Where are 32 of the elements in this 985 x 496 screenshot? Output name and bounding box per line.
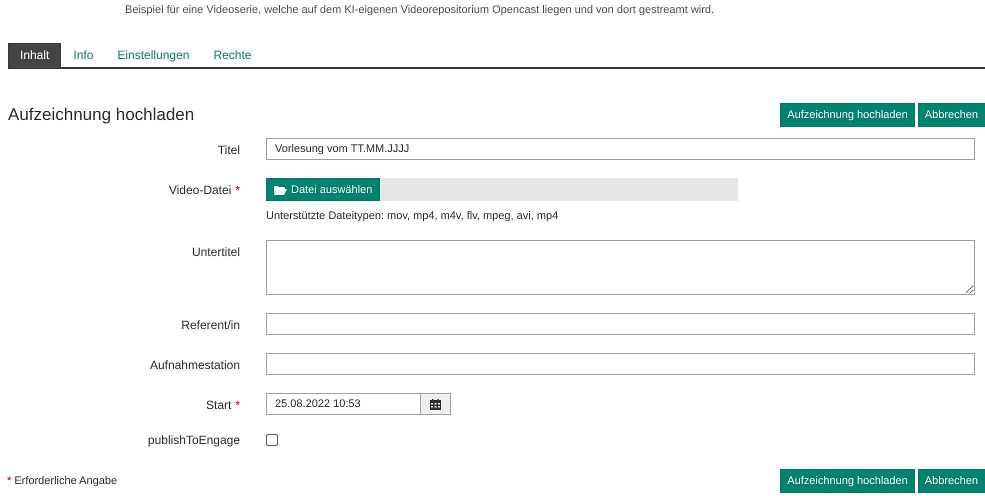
cancel-button[interactable]: Abbrechen xyxy=(918,103,985,127)
field-label: Titel xyxy=(218,143,240,159)
file-type-hint: Unterstützte Dateitypen: mov, mp4, m4v, flv, mpeg, avi, mp4 xyxy=(266,210,560,222)
field-label: Video-Datei xyxy=(168,183,232,199)
field-label: Aufnahmestation xyxy=(150,358,240,374)
text-field[interactable] xyxy=(266,313,975,335)
folder-icon xyxy=(274,184,287,194)
field-label: Referent/in xyxy=(181,318,240,334)
required-mark: * xyxy=(235,183,240,199)
tab[interactable]: Info xyxy=(61,43,106,67)
field-label: Untertitel xyxy=(192,245,240,261)
series-description: Beispiel für eine Videoserie, welche auf dem KI-eigenen Videorepositorium Opencast liegen und von dort gestreamt wird. xyxy=(124,3,716,18)
tab[interactable]: Rechte xyxy=(201,43,264,67)
required-mark: * xyxy=(235,398,240,414)
tab[interactable]: Einstellungen xyxy=(105,43,202,67)
choose-file-button[interactable]: Datei auswählen xyxy=(266,178,380,201)
required-note: Erforderliche Angabe xyxy=(14,475,118,487)
section-title: Aufzeichnung hochladen xyxy=(8,105,194,125)
required-mark: * xyxy=(7,475,12,487)
text-field[interactable]: Vorlesung vom TT.MM.JJJJ xyxy=(266,138,975,160)
upload-button[interactable]: Aufzeichnung hochladen xyxy=(780,103,915,127)
field-label: publishToEngage xyxy=(148,433,240,449)
field-label: Start xyxy=(206,398,232,414)
textarea-field[interactable] xyxy=(266,240,975,295)
date-field[interactable]: 25.08.2022 10:53 xyxy=(266,393,421,415)
tab[interactable]: Inhalt xyxy=(8,43,62,67)
text-field[interactable] xyxy=(266,353,975,375)
checkbox[interactable] xyxy=(266,434,278,446)
upload-button[interactable]: Aufzeichnung hochladen xyxy=(780,469,915,493)
cancel-button[interactable]: Abbrechen xyxy=(918,469,985,493)
calendar-button[interactable] xyxy=(421,393,451,415)
calendar-icon xyxy=(430,398,441,410)
